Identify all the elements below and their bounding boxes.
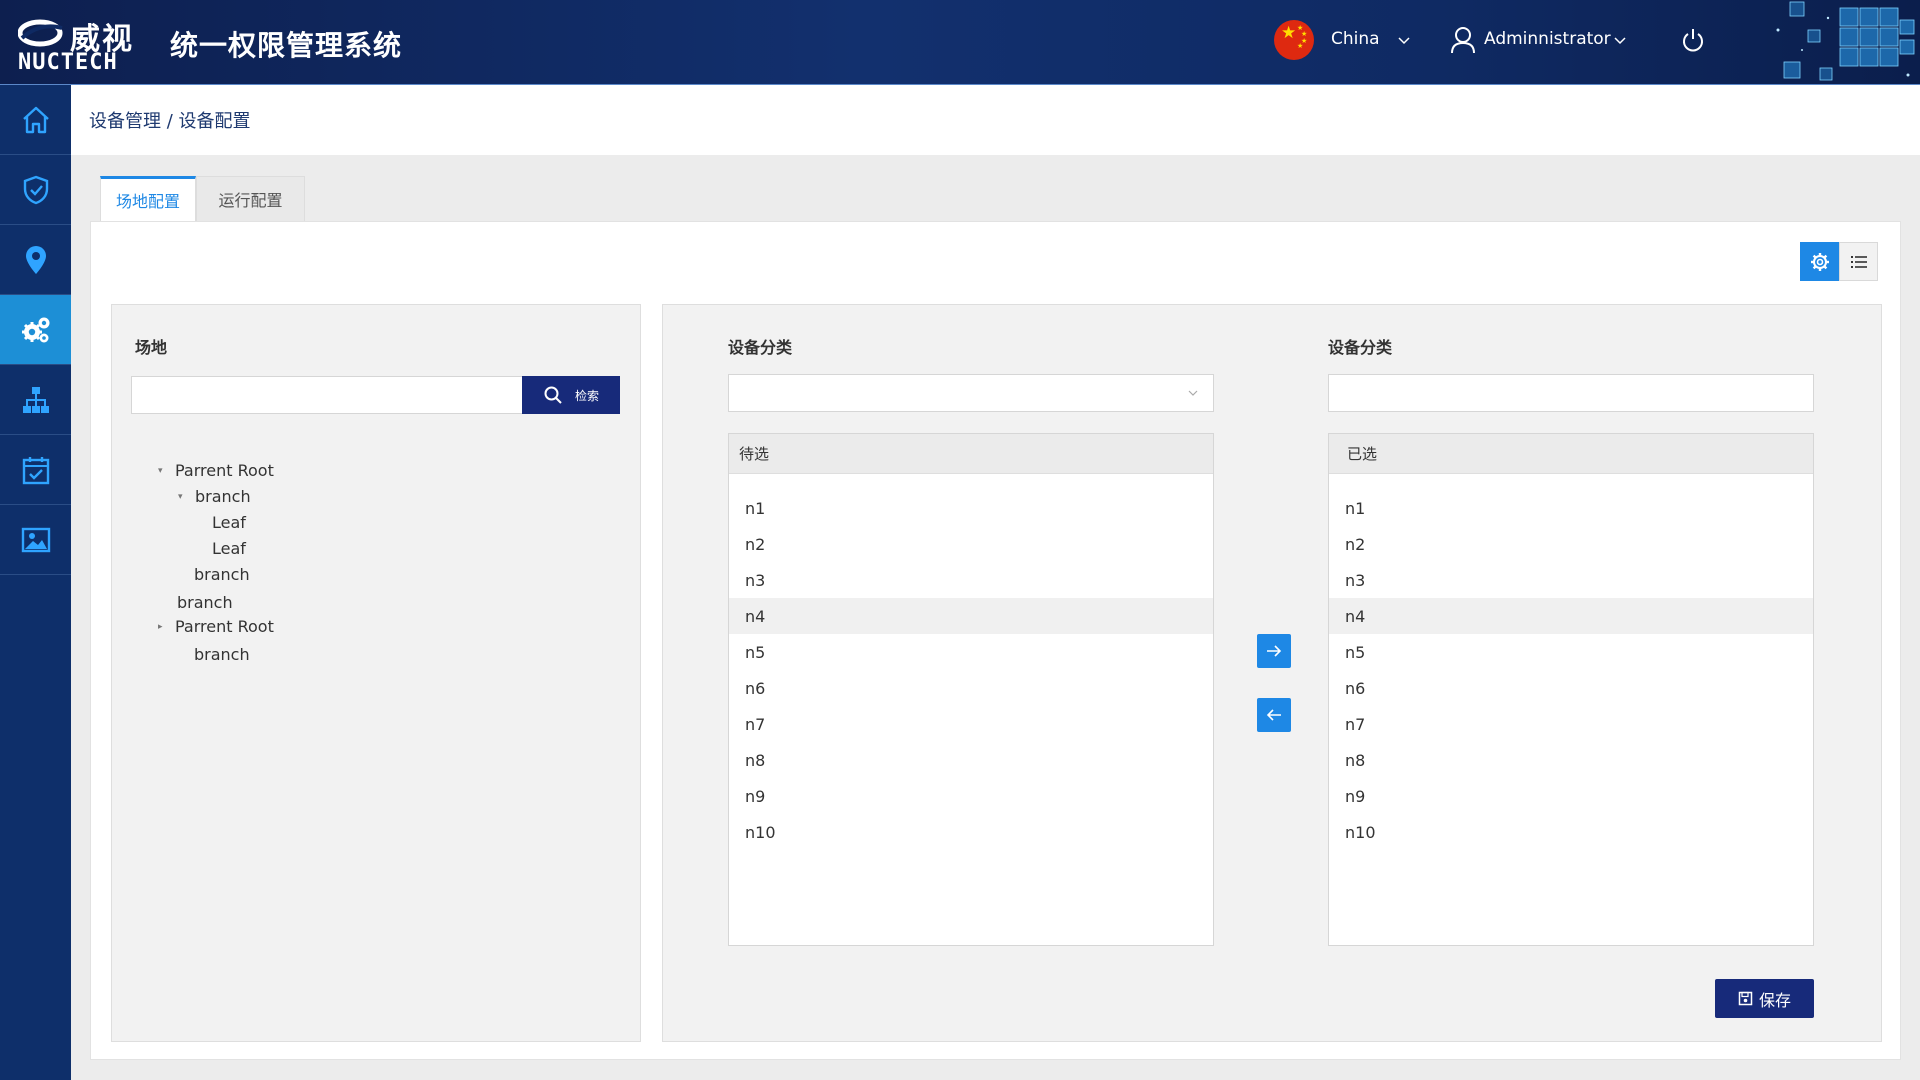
search-button-label: 检索	[574, 388, 599, 403]
save-icon	[1738, 991, 1753, 1006]
logo-en-text: NUCTECH	[18, 50, 118, 75]
list-item[interactable]: n7	[1329, 706, 1813, 742]
power-icon[interactable]	[1680, 26, 1706, 54]
sidebar-item-organization[interactable]	[0, 365, 71, 435]
image-icon	[21, 527, 50, 552]
list-item[interactable]: n10	[729, 814, 1213, 850]
sidebar-item-device-config[interactable]	[0, 295, 71, 365]
list-item[interactable]: n7	[729, 706, 1213, 742]
list-item[interactable]: n9	[729, 778, 1213, 814]
search-icon	[544, 386, 562, 404]
site-panel-title: 场地	[135, 338, 168, 357]
nuctech-logo: 威视 NUCTECH	[18, 14, 142, 75]
list-item[interactable]: n3	[729, 562, 1213, 598]
gear-icon	[1810, 252, 1829, 271]
chevron-down-icon[interactable]	[1612, 32, 1628, 48]
shield-check-icon	[23, 175, 48, 204]
selected-listbox: 已选 n1 n2 n3 n4 n5 n6 n7 n8 n9 n10	[1328, 433, 1814, 946]
site-search-input[interactable]	[131, 376, 523, 414]
pending-header: 待选	[729, 434, 1213, 474]
list-item[interactable]: n6	[729, 670, 1213, 706]
logo-swoosh-icon	[18, 19, 63, 47]
tree-node[interactable]: branch	[194, 565, 250, 584]
list-view-button[interactable]	[1839, 242, 1878, 281]
tree-node[interactable]: branch	[194, 645, 250, 664]
list-item[interactable]: n8	[1329, 742, 1813, 778]
tree-node[interactable]: Parrent Root	[175, 461, 274, 480]
list-item[interactable]: n3	[1329, 562, 1813, 598]
device-category-select-right[interactable]	[1328, 374, 1814, 412]
tree-node[interactable]: Leaf	[212, 539, 246, 558]
tree-node[interactable]: branch	[177, 593, 233, 612]
sidebar-item-schedule[interactable]	[0, 435, 71, 505]
user-icon[interactable]	[1450, 26, 1476, 54]
org-chart-icon	[22, 386, 49, 413]
list-item[interactable]: n4	[729, 598, 1213, 634]
gears-icon	[21, 317, 49, 342]
device-category-title-left: 设备分类	[728, 338, 793, 357]
cube-decoration-icon	[1776, 1, 1915, 81]
device-category-title-right: 设备分类	[1328, 338, 1393, 357]
pending-listbox: 待选 n1 n2 n3 n4 n5 n6 n7 n8 n9 n10	[728, 433, 1214, 946]
sidebar-item-images[interactable]	[0, 505, 71, 575]
tree-node[interactable]: Leaf	[212, 513, 246, 532]
chevron-down-icon	[1188, 390, 1198, 396]
settings-view-button[interactable]	[1800, 242, 1839, 281]
tab-site-config[interactable]: 场地配置	[100, 176, 196, 221]
tree-node[interactable]: branch	[195, 487, 251, 506]
tree-toggle-icon[interactable]: ▾	[178, 492, 183, 502]
list-icon	[1850, 255, 1867, 268]
list-item[interactable]: n2	[1329, 526, 1813, 562]
china-flag-icon[interactable]: ★ ★ ★ ★ ★	[1274, 20, 1314, 60]
device-category-select-left[interactable]	[728, 374, 1214, 412]
list-item[interactable]: n10	[1329, 814, 1813, 850]
home-icon	[22, 106, 49, 133]
breadcrumb[interactable]: 设备管理 / 设备配置	[89, 107, 251, 133]
list-item[interactable]: n5	[729, 634, 1213, 670]
save-button[interactable]: 保存	[1715, 979, 1814, 1018]
list-item[interactable]: n6	[1329, 670, 1813, 706]
search-button[interactable]: 检索	[522, 376, 620, 414]
list-item[interactable]: n4	[1329, 598, 1813, 634]
location-pin-icon	[25, 245, 46, 274]
sidebar-item-location[interactable]	[0, 225, 71, 295]
user-menu[interactable]: Adminnistrator	[1484, 29, 1611, 49]
top-header: 威视 NUCTECH 统一权限管理系统 ★ ★ ★ ★ ★ China Admi…	[0, 0, 1920, 85]
move-right-button[interactable]	[1257, 634, 1291, 668]
calendar-check-icon	[22, 456, 49, 484]
sidebar-item-home[interactable]	[0, 85, 71, 155]
tree-toggle-icon[interactable]: ▾	[158, 466, 163, 476]
list-item[interactable]: n5	[1329, 634, 1813, 670]
arrow-left-icon	[1266, 709, 1281, 721]
arrow-right-icon	[1267, 645, 1282, 657]
selected-header: 已选	[1329, 434, 1813, 474]
chevron-down-icon[interactable]	[1396, 32, 1412, 48]
list-item[interactable]: n9	[1329, 778, 1813, 814]
tab-run-config[interactable]: 运行配置	[196, 176, 305, 221]
list-item[interactable]: n1	[1329, 490, 1813, 526]
list-item[interactable]: n8	[729, 742, 1213, 778]
site-panel	[111, 304, 641, 1042]
sidebar	[0, 85, 71, 1080]
save-button-label: 保存	[1758, 990, 1791, 1010]
list-item[interactable]: n1	[729, 490, 1213, 526]
breadcrumb-bar: 设备管理 / 设备配置	[71, 85, 1920, 155]
list-item[interactable]: n2	[729, 526, 1213, 562]
sidebar-item-security[interactable]	[0, 155, 71, 225]
app-title: 统一权限管理系统	[170, 29, 403, 62]
country-selector[interactable]: China	[1331, 29, 1380, 49]
tree-toggle-icon[interactable]: ▸	[158, 622, 163, 632]
move-left-button[interactable]	[1257, 698, 1291, 732]
tree-node[interactable]: Parrent Root	[175, 617, 274, 636]
